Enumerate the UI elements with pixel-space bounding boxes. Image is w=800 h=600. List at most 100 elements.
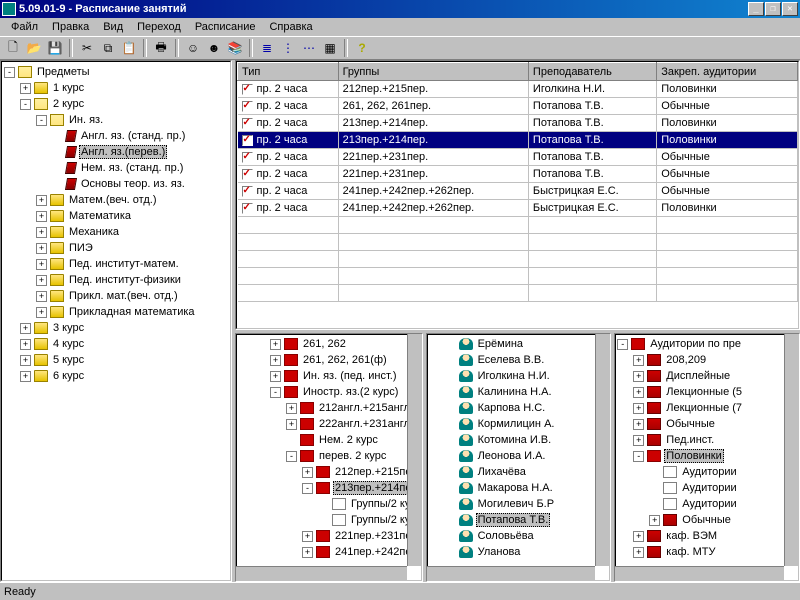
table-row[interactable]: пр. 2 часа261, 262, 261пер.Потапова Т.В.… — [238, 98, 798, 115]
tree-label[interactable]: Дисплейные — [664, 370, 732, 382]
collapse-icon[interactable]: - — [302, 483, 313, 494]
tree-label[interactable]: Могилевич Б.Р — [476, 498, 556, 510]
tree-node[interactable]: Нем. яз. (станд. пр.) — [4, 160, 228, 176]
expand-icon[interactable]: + — [649, 515, 660, 526]
expand-icon[interactable]: + — [633, 371, 644, 382]
tree-label[interactable]: ПИЭ — [67, 242, 95, 254]
tree-label[interactable]: Пед. институт-физики — [67, 274, 183, 286]
tree-node[interactable]: - Иностр. яз.(2 курс) — [238, 384, 420, 400]
tree-node[interactable]: Группы/2 ку — [238, 496, 420, 512]
tree-node[interactable]: +6 курс — [4, 368, 228, 384]
tree-node[interactable]: Основы теор. из. яз. — [4, 176, 228, 192]
tree-node[interactable]: +Механика — [4, 224, 228, 240]
scrollbar[interactable] — [236, 566, 407, 581]
tree-label[interactable]: 222англ.+231англ. — [317, 418, 415, 430]
books-icon[interactable]: 📚 — [226, 39, 244, 57]
tree-node[interactable]: -Аудитории по пре — [617, 336, 797, 352]
tree-label[interactable]: Кормилицин А. — [476, 418, 557, 430]
collapse-icon[interactable]: - — [286, 451, 297, 462]
expand-icon[interactable]: + — [20, 371, 31, 382]
expand-icon[interactable]: + — [633, 387, 644, 398]
tree-label[interactable]: Предметы — [35, 66, 92, 78]
tree-node[interactable]: +Прикладная математика — [4, 304, 228, 320]
menu-расписание[interactable]: Расписание — [188, 20, 263, 34]
collapse-icon[interactable]: - — [270, 387, 281, 398]
checkbox-icon[interactable] — [242, 135, 253, 146]
tree-label[interactable]: Уланова — [476, 546, 523, 558]
tree-label[interactable]: Иностр. яз.(2 курс) — [301, 386, 400, 398]
tree-node[interactable]: - перев. 2 курс — [238, 448, 420, 464]
tree-node[interactable]: +Пед. институт-матем. — [4, 256, 228, 272]
tree-node[interactable]: +208,209 — [617, 352, 797, 368]
column-header[interactable]: Группы — [338, 63, 528, 81]
expand-icon[interactable]: + — [633, 547, 644, 558]
tree-node[interactable]: + Дисплейные — [617, 368, 797, 384]
tree-label[interactable]: 6 курс — [51, 370, 86, 382]
tree-label[interactable]: Котомина И.В. — [476, 434, 554, 446]
help-icon[interactable]: ? — [353, 39, 371, 57]
table-row[interactable]: пр. 2 часа212пер.+215пер.Иголкина Н.И.По… — [238, 81, 798, 98]
tree-node[interactable]: +221пер.+231пер — [238, 528, 420, 544]
tree-node[interactable]: Нем. 2 курс — [238, 432, 420, 448]
list2-icon[interactable]: ⋮ — [279, 39, 297, 57]
tree-node[interactable]: +1 курс — [4, 80, 228, 96]
expand-icon[interactable]: + — [633, 531, 644, 542]
expand-icon[interactable]: + — [36, 195, 47, 206]
expand-icon[interactable]: + — [270, 355, 281, 366]
tree-node[interactable]: Макарова Н.А. — [429, 480, 609, 496]
expand-icon[interactable]: + — [36, 291, 47, 302]
menu-справка[interactable]: Справка — [262, 20, 319, 34]
tree-label[interactable]: Калинина Н.А. — [476, 386, 554, 398]
expand-icon[interactable]: + — [36, 211, 47, 222]
print-icon[interactable]: 🖶 — [152, 39, 170, 57]
tree-node[interactable]: + каф. ВЭМ — [617, 528, 797, 544]
tree-label[interactable]: Аудитории — [680, 498, 738, 510]
tree-label[interactable]: Механика — [67, 226, 121, 238]
table-row[interactable]: пр. 2 часа213пер.+214пер.Потапова Т.В.По… — [238, 132, 798, 149]
tree-node[interactable]: +261, 262, 261(ф) — [238, 352, 420, 368]
expand-icon[interactable]: + — [286, 403, 297, 414]
menu-вид[interactable]: Вид — [96, 20, 130, 34]
tree-label[interactable]: 3 курс — [51, 322, 86, 334]
tree-node[interactable]: Соловьёва — [429, 528, 609, 544]
tree-node[interactable]: Ерёмина — [429, 336, 609, 352]
tree-node[interactable]: +Ин. яз. (пед. инст.) — [238, 368, 420, 384]
tree-node[interactable]: +261, 262 — [238, 336, 420, 352]
tree-node[interactable]: +Обычные — [617, 416, 797, 432]
tree-label[interactable]: Карпова Н.С. — [476, 402, 548, 414]
table-row[interactable]: пр. 2 часа241пер.+242пер.+262пер.Быстриц… — [238, 183, 798, 200]
expand-icon[interactable]: + — [20, 339, 31, 350]
tree-node[interactable]: +Прикл. мат.(веч. отд.) — [4, 288, 228, 304]
copy-icon[interactable]: ⧉ — [99, 39, 117, 57]
tree-node[interactable]: +Матем.(веч. отд.) — [4, 192, 228, 208]
tree-node[interactable]: Леонова И.А. — [429, 448, 609, 464]
tree-node[interactable]: + каф. МТУ — [617, 544, 797, 560]
tree-label[interactable]: каф. ВЭМ — [664, 530, 719, 542]
tree-label[interactable]: Нем. яз. (станд. пр.) — [79, 162, 185, 174]
collapse-icon[interactable]: - — [36, 115, 47, 126]
tree-label[interactable]: Ин. яз. (пед. инст.) — [301, 370, 399, 382]
tree-label[interactable]: 5 курс — [51, 354, 86, 366]
expand-icon[interactable]: + — [20, 323, 31, 334]
tree-node[interactable]: Карпова Н.С. — [429, 400, 609, 416]
tree-label[interactable]: 261, 262 — [301, 338, 348, 350]
tree-label[interactable]: перев. 2 курс — [317, 450, 388, 462]
tree-node[interactable]: Аудитории — [617, 464, 797, 480]
expand-icon[interactable]: + — [20, 355, 31, 366]
tree-label[interactable]: Ин. яз. — [67, 114, 105, 126]
tree-label[interactable]: каф. МТУ — [664, 546, 717, 558]
face1-icon[interactable]: ☺ — [184, 39, 202, 57]
tree-node[interactable]: Аудитории — [617, 480, 797, 496]
tree-node[interactable]: +Лекционные (5 — [617, 384, 797, 400]
expand-icon[interactable]: + — [36, 259, 47, 270]
expand-icon[interactable]: + — [633, 403, 644, 414]
checkbox-icon[interactable] — [242, 152, 253, 163]
paste-icon[interactable]: 📋 — [120, 39, 138, 57]
tree-node[interactable]: - Ин. яз. — [4, 112, 228, 128]
tree-node[interactable]: Калинина Н.А. — [429, 384, 609, 400]
expand-icon[interactable]: + — [633, 419, 644, 430]
tree-node[interactable]: Кормилицин А. — [429, 416, 609, 432]
column-header[interactable]: Закреп. аудитории — [657, 63, 798, 81]
collapse-icon[interactable]: - — [617, 339, 628, 350]
save-icon[interactable]: 💾 — [46, 39, 64, 57]
